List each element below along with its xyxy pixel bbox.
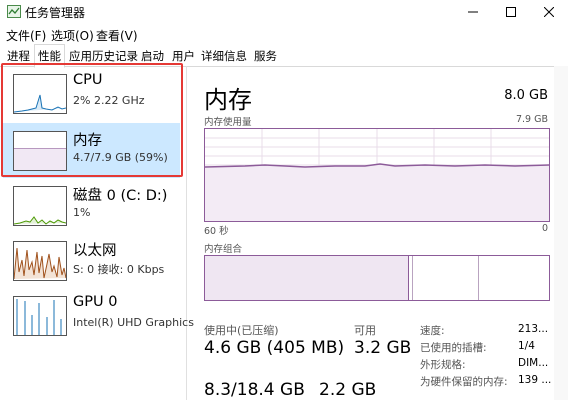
memory-usage-graph <box>204 128 550 222</box>
resource-item-gpu[interactable]: GPU 0 Intel(R) UHD Graphics <box>3 288 194 343</box>
form-factor-value: DIM... <box>518 357 549 369</box>
available-value: 3.2 GB <box>354 338 412 358</box>
composition-standby <box>413 256 479 300</box>
ethernet-graph-icon <box>13 241 67 281</box>
minimize-icon <box>468 11 478 13</box>
window-title: 任务管理器 <box>25 6 86 20</box>
menu-file[interactable]: 文件(F) <box>6 27 46 44</box>
usage-graph-max: 7.9 GB <box>515 114 548 125</box>
tab-services[interactable]: 服务 <box>251 47 280 65</box>
resource-subtext: S: 0 接收: 0 Kbps <box>73 263 165 276</box>
detail-panel: 内存 8.0 GB 内存使用量 7.9 GB 60 秒 0 内存组合 使用中(已… <box>204 66 554 400</box>
usage-graph-label: 内存使用量 <box>204 117 252 128</box>
maximize-button[interactable] <box>492 0 530 24</box>
form-factor-label: 外形规格: <box>420 359 466 371</box>
highlight-box <box>1 63 183 177</box>
resource-item-ethernet[interactable]: 以太网 S: 0 接收: 0 Kbps <box>3 233 180 288</box>
maximize-icon <box>506 7 516 17</box>
resource-name: 以太网 <box>73 243 117 259</box>
in-use-label: 使用中(已压缩) <box>204 324 279 337</box>
graph-time-left: 60 秒 <box>204 226 229 237</box>
tab-details[interactable]: 详细信息 <box>198 47 250 65</box>
composition-label: 内存组合 <box>204 244 243 255</box>
cached-value: 2.2 GB <box>319 380 377 400</box>
minimize-button[interactable] <box>454 0 492 24</box>
detail-title: 内存 <box>204 86 252 114</box>
available-label: 可用 <box>354 324 376 337</box>
memory-total: 8.0 GB <box>504 88 548 103</box>
close-button[interactable] <box>530 0 568 24</box>
disk-graph-icon <box>13 186 67 226</box>
slots-label: 已使用的插槽: <box>420 342 487 354</box>
resource-subtext: 1% <box>73 206 91 219</box>
close-icon <box>544 7 554 17</box>
in-use-value: 4.6 GB (405 MB) <box>204 338 345 358</box>
graph-time-right: 0 <box>541 223 548 234</box>
hardware-reserved-label: 为硬件保留的内存: <box>420 376 508 388</box>
title-bar: 任务管理器 <box>0 0 568 24</box>
slots-value: 1/4 <box>518 340 535 352</box>
menu-view[interactable]: 查看(V) <box>96 27 138 44</box>
memory-usage-chart <box>204 129 550 221</box>
resource-subtext: Intel(R) UHD Graphics <box>73 316 194 329</box>
speed-label: 速度: <box>420 325 445 337</box>
speed-value: 213... <box>518 323 549 335</box>
hardware-reserved-value: 139 ... <box>518 374 552 386</box>
right-scrollbar[interactable] <box>554 66 568 400</box>
menu-options[interactable]: 选项(O) <box>51 27 94 44</box>
menu-bar: 文件(F) 选项(O) 查看(V) <box>0 24 568 44</box>
composition-free <box>479 256 549 300</box>
memory-composition-bar <box>204 255 550 301</box>
resource-item-disk[interactable]: 磁盘 0 (C: D:) 1% <box>3 178 180 233</box>
composition-in-use <box>205 256 409 300</box>
gpu-graph-icon <box>13 296 67 336</box>
task-manager-icon <box>7 5 21 18</box>
committed-value: 8.3/18.4 GB <box>204 380 305 400</box>
resource-name: GPU 0 <box>73 294 118 310</box>
resource-name: 磁盘 0 (C: D:) <box>73 188 168 204</box>
